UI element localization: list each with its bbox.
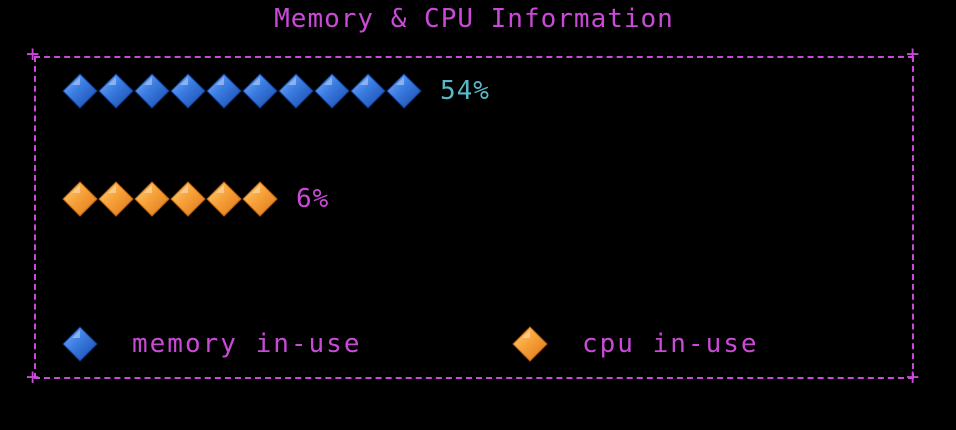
- blue-diamond-icon: [170, 73, 206, 109]
- memory-usage-bar: [62, 71, 422, 111]
- blue-diamond-icon: [62, 73, 98, 109]
- blue-diamond-icon: [242, 73, 278, 109]
- orange-diamond-icon: [98, 181, 134, 217]
- legend-cpu-label: cpu in-use: [582, 329, 759, 359]
- page-title: Memory & CPU Information: [274, 4, 674, 34]
- blue-diamond-icon: [278, 73, 314, 109]
- orange-diamond-icon: [512, 326, 548, 362]
- blue-diamond-icon: [350, 73, 386, 109]
- frame-corner-bottom-right: +: [906, 365, 920, 390]
- memory-percent-label: 54%: [440, 76, 490, 106]
- memory-usage-row: 54%: [62, 71, 490, 111]
- cpu-usage-bar: [62, 179, 278, 219]
- orange-diamond-icon: [206, 181, 242, 217]
- orange-diamond-icon: [170, 181, 206, 217]
- blue-diamond-icon: [62, 326, 98, 362]
- cpu-usage-row: 6%: [62, 179, 329, 219]
- frame-corner-top-left: +: [26, 42, 40, 67]
- orange-diamond-icon: [62, 181, 98, 217]
- legend-memory-label: memory in-use: [132, 329, 362, 359]
- frame-corner-top-right: +: [906, 42, 920, 67]
- blue-diamond-icon: [134, 73, 170, 109]
- frame-corner-bottom-left: +: [26, 365, 40, 390]
- blue-diamond-icon: [314, 73, 350, 109]
- legend-cpu: cpu in-use: [512, 324, 759, 364]
- blue-diamond-icon: [386, 73, 422, 109]
- blue-diamond-icon: [98, 73, 134, 109]
- orange-diamond-icon: [134, 181, 170, 217]
- blue-diamond-icon: [206, 73, 242, 109]
- orange-diamond-icon: [242, 181, 278, 217]
- legend-memory: memory in-use: [62, 324, 362, 364]
- cpu-percent-label: 6%: [296, 184, 330, 214]
